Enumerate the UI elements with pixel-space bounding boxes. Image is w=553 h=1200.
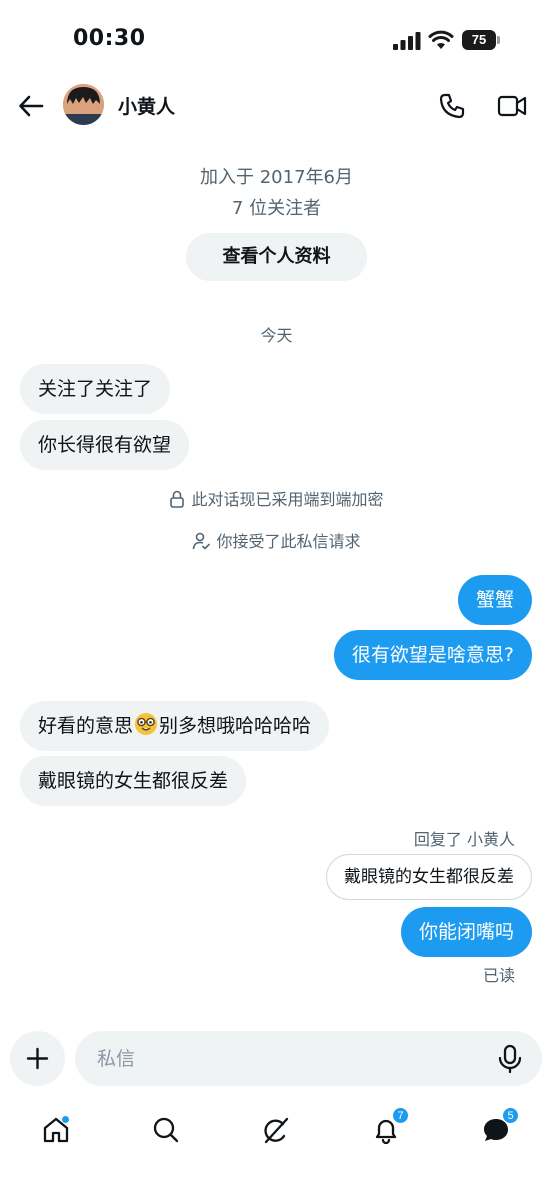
message-bubble-outgoing[interactable]: 蟹蟹 (457, 575, 532, 625)
joined-date: 加入于 2017年6月 (200, 167, 353, 188)
bottom-nav: 7 5 (0, 1100, 553, 1160)
read-receipt: 已读 (482, 966, 515, 985)
notifications-badge: 7 (392, 1107, 409, 1124)
cellular-signal-icon (393, 32, 421, 50)
request-accepted-notice: 你接受了此私信请求 (0, 530, 553, 554)
message-bubble-incoming[interactable]: 关注了关注了 (20, 364, 171, 414)
nav-search[interactable] (146, 1110, 186, 1150)
wifi-icon (428, 30, 454, 49)
request-accepted-text: 你接受了此私信请求 (216, 532, 361, 551)
message-composer (75, 1031, 542, 1086)
message-bubble-incoming[interactable]: 戴眼镜的女生都很反差 (20, 756, 247, 806)
video-camera-icon[interactable] (497, 93, 527, 119)
nerd-face-emoji (135, 713, 158, 735)
message-bubble-incoming[interactable]: 你长得很有欲望 (20, 420, 190, 470)
phone-icon[interactable] (438, 92, 466, 120)
plus-icon (26, 1047, 49, 1070)
add-attachment-button[interactable] (10, 1031, 65, 1086)
battery-level: 75 (462, 30, 496, 50)
grok-icon (264, 1117, 289, 1144)
nav-messages[interactable]: 5 (476, 1107, 519, 1150)
quoted-message[interactable]: 戴眼镜的女生都很反差 (326, 854, 532, 900)
chat-header: 小黄人 (0, 80, 553, 132)
messages-badge: 5 (502, 1107, 519, 1124)
avatar[interactable] (63, 84, 104, 125)
home-unread-dot (61, 1115, 70, 1124)
lock-icon (170, 490, 185, 508)
message-text: 别多想哦哈哈哈哈 (159, 715, 312, 737)
microphone-icon[interactable] (497, 1044, 523, 1074)
contact-name[interactable]: 小黄人 (118, 92, 175, 119)
message-bubble-outgoing[interactable]: 你能闭嘴吗 (400, 907, 532, 957)
view-profile-button[interactable]: 查看个人资料 (186, 233, 367, 281)
encryption-notice: 此对话现已采用端到端加密 (0, 488, 553, 512)
status-time: 00:30 (73, 26, 146, 51)
reply-label: 回复了 小黄人 (413, 830, 515, 849)
encryption-text: 此对话现已采用端到端加密 (191, 490, 384, 509)
message-bubble-incoming[interactable]: 好看的意思 别多想哦哈哈哈哈 (20, 701, 330, 751)
battery-icon: 75 (462, 30, 500, 50)
search-icon (153, 1117, 179, 1143)
follower-count: 7 位关注者 (231, 198, 322, 219)
nav-grok[interactable] (256, 1110, 296, 1150)
nav-notifications[interactable]: 7 (366, 1107, 409, 1150)
status-bar: 00:30 75 (0, 0, 553, 80)
message-bubble-outgoing[interactable]: 很有欲望是啥意思? (333, 630, 532, 680)
nav-home[interactable] (36, 1110, 76, 1150)
person-check-icon (193, 532, 211, 550)
date-divider: 今天 (260, 326, 293, 345)
message-input[interactable] (97, 1031, 477, 1086)
message-text: 好看的意思 (38, 715, 134, 737)
back-arrow-icon[interactable] (18, 93, 44, 119)
